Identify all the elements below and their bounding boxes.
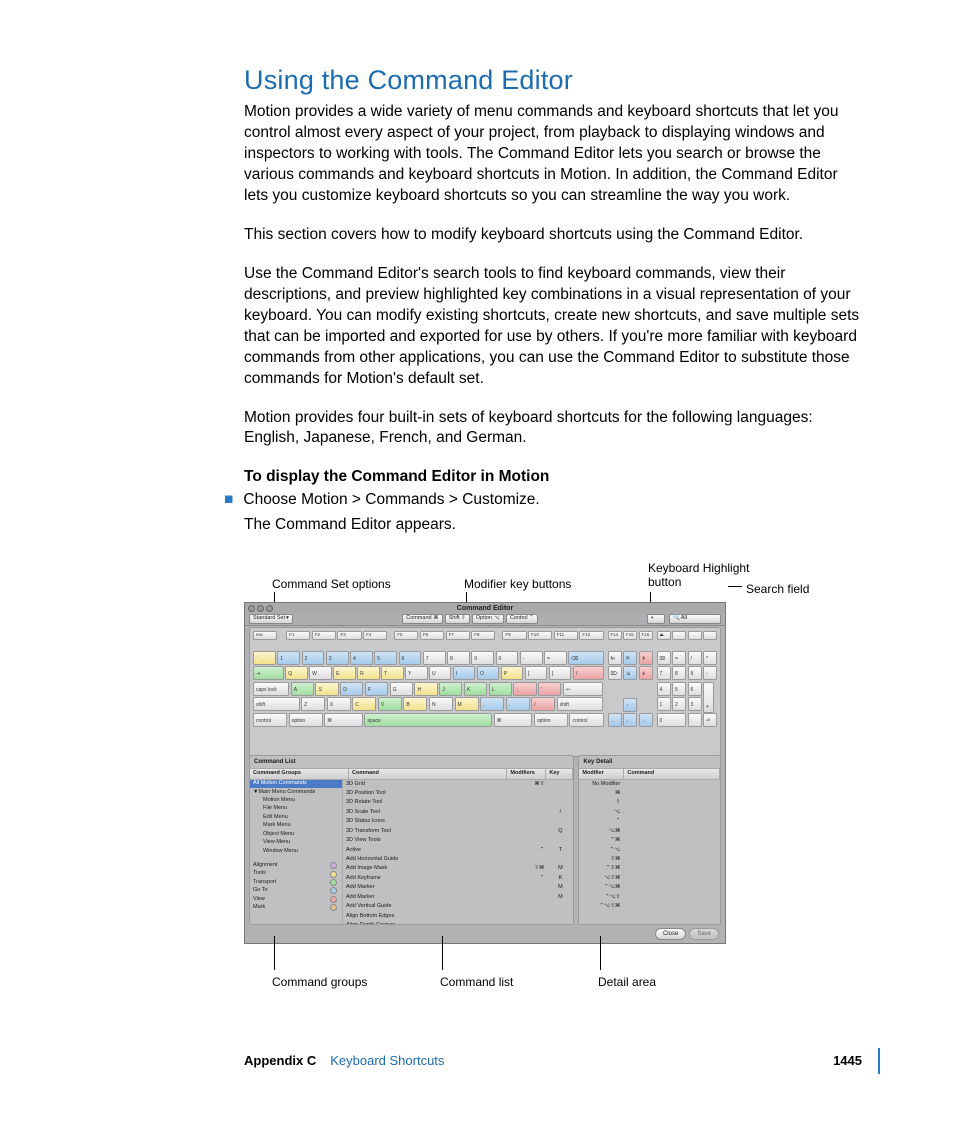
column-headers: Command Groups Command Modifiers Key [250, 769, 573, 779]
nav-keys: F14F15F16 fn⇱⇞ ⌦⇲⇟ ↑ ←↓→ [608, 631, 653, 729]
callout-label: Command Set options [272, 576, 391, 592]
commands-table[interactable]: 3D Grid⌘⇧3D Position Tool3D Rotate Tool3… [343, 780, 573, 924]
key-return[interactable]: ↩︎ [563, 682, 604, 696]
footer-appendix: Appendix C [244, 1052, 316, 1070]
callout-label: Command groups [272, 974, 367, 990]
callout-line [442, 936, 443, 970]
callout-line [600, 936, 601, 970]
callout-line [274, 936, 275, 970]
key-control[interactable]: control [253, 713, 287, 727]
chevron-icon: ▾ [286, 615, 289, 622]
figure-callouts-bottom: Command groups Command list Detail area [244, 944, 862, 994]
body-paragraph: Motion provides four built-in sets of ke… [244, 408, 862, 450]
page-footer: Appendix C Keyboard Shortcuts 1445 [244, 1052, 862, 1070]
bullet-item: ■ Choose Motion > Commands > Customize. [224, 490, 862, 511]
search-field[interactable]: 🔍All [669, 614, 721, 624]
callout-line [728, 586, 742, 587]
modifier-control-button[interactable]: Control ⌃ [506, 614, 538, 624]
body-paragraph: Use the Command Editor's search tools to… [244, 264, 862, 390]
bullet-marker: ■ [224, 490, 233, 511]
key-end[interactable]: ⇲ [623, 666, 637, 680]
key-up[interactable]: ↑ [623, 698, 637, 712]
body-paragraph: This section covers how to modify keyboa… [244, 225, 862, 246]
command-groups-list[interactable]: All Motion Commands▼ Main Menu CommandsM… [250, 780, 343, 924]
key-shift-left[interactable]: shift [253, 697, 300, 711]
key-detail-panel: Key Detail Modifier Command No Modifier⌘… [578, 755, 721, 925]
panel-title: Key Detail [579, 756, 720, 769]
key-home[interactable]: ⇱ [623, 651, 637, 665]
key-left[interactable]: ← [608, 713, 622, 727]
detail-list[interactable]: No Modifier⌘⇧⌥⌃⌥⌘⌃⌘⌃⌥⇧⌘⌃⇧⌘⌥⇧⌘⌃⌥⌘⌃⌥⇧⌃⌥⇧⌘ [579, 780, 720, 912]
key-command-left[interactable]: ⌘ [324, 713, 363, 727]
main-keys: esc F1F2F3F4 F5F6F7F8 F9F10F11F12 ` 1234… [253, 631, 604, 729]
key-right[interactable]: → [639, 713, 653, 727]
footer-section: Keyboard Shortcuts [330, 1052, 444, 1070]
key-option-left[interactable]: option [289, 713, 323, 727]
search-icon: 🔍 [673, 615, 680, 622]
page: Using the Command Editor Motion provides… [0, 0, 954, 1120]
dialog-buttons: Close Save [655, 928, 719, 940]
callout-label: Modifier key buttons [464, 576, 571, 592]
numpad-keys: ⏏ ⌧=/* 789- 456 123 + 0. [657, 631, 718, 729]
sub-heading: To display the Command Editor in Motion [244, 467, 862, 488]
window-title: Command Editor [457, 605, 513, 612]
close-button[interactable]: Close [655, 928, 686, 940]
key-delete[interactable]: ⌫ [568, 651, 603, 665]
keyboard-area: esc F1F2F3F4 F5F6F7F8 F9F10F11F12 ` 1234… [249, 627, 721, 757]
key-space[interactable]: space [364, 713, 492, 727]
bottom-panels: Command List Command Groups Command Modi… [249, 755, 721, 925]
footer-accent-bar [878, 1048, 880, 1074]
modifier-buttons: Command ⌘ Shift ⇧ Option ⌥ Control ⌃ [402, 614, 538, 624]
toolbar: Standard Set▾ Command ⌘ Shift ⇧ Option ⌥… [245, 613, 725, 626]
bullet-text: Choose Motion > Commands > Customize. [243, 490, 862, 511]
key-enter[interactable]: ⏎ [703, 713, 717, 727]
save-button[interactable]: Save [689, 928, 719, 940]
column-headers: Modifier Command [579, 769, 720, 779]
modifier-command-button[interactable]: Command ⌘ [402, 614, 442, 624]
keyboard-highlight-button[interactable]: ◐ [647, 614, 665, 624]
page-heading: Using the Command Editor [244, 62, 862, 98]
figure-callouts-top: Command Set options Modifier key buttons… [244, 554, 862, 602]
body-paragraph: The Command Editor appears. [244, 515, 862, 536]
page-number: 1445 [833, 1052, 862, 1070]
key-command-right[interactable]: ⌘ [494, 713, 533, 727]
modifier-shift-button[interactable]: Shift ⇧ [445, 614, 470, 624]
callout-label: Search field [746, 581, 809, 597]
command-set-dropdown[interactable]: Standard Set▾ [249, 614, 293, 624]
key-capslock[interactable]: caps lock [253, 682, 289, 696]
panel-title: Command List [250, 756, 573, 769]
callout-label: Command list [440, 974, 513, 990]
body-paragraph: Motion provides a wide variety of menu c… [244, 102, 862, 207]
command-editor-window: Command Editor Standard Set▾ Command ⌘ S… [244, 602, 726, 944]
key-option-right[interactable]: option [534, 713, 568, 727]
key-f1[interactable]: F1 [286, 631, 310, 640]
key-control-right[interactable]: control [569, 713, 603, 727]
key-shift-right[interactable]: shift [557, 697, 604, 711]
key-down[interactable]: ↓ [623, 713, 637, 727]
command-list-panel: Command List Command Groups Command Modi… [249, 755, 574, 925]
modifier-option-button[interactable]: Option ⌥ [472, 614, 504, 624]
key-esc[interactable]: esc [253, 631, 277, 640]
callout-label: Detail area [598, 974, 656, 990]
key-tab[interactable]: ⇥ [253, 666, 284, 680]
key-backtick[interactable]: ` [253, 651, 276, 665]
